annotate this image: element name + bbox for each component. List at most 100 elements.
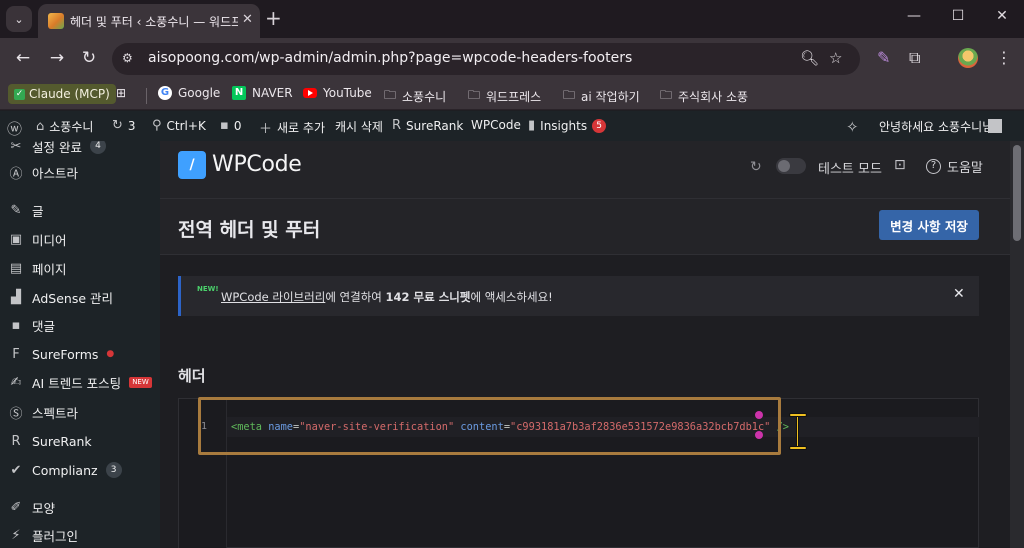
extensions-icon[interactable]: ⧉ bbox=[909, 48, 920, 68]
sidebar-item-label: 댓글 bbox=[32, 318, 56, 334]
sidebar-item-surerank[interactable]: R SureRank bbox=[0, 427, 160, 455]
admin-bar-search[interactable]: ⚲ Ctrl+K bbox=[152, 118, 206, 133]
sidebar-item-astra[interactable]: Ⓐ 아스트라 bbox=[0, 158, 160, 186]
youtube-icon bbox=[303, 88, 317, 98]
scrollbar-thumb[interactable] bbox=[1013, 145, 1021, 241]
admin-bar-add-new[interactable]: ＋ 새로 추가 bbox=[259, 118, 325, 137]
sidebar-item-comments[interactable]: ▪ 댓글 bbox=[0, 311, 160, 339]
admin-bar-clear-cache[interactable]: 캐시 삭제 bbox=[335, 118, 383, 135]
bookmark-folder-ai-work[interactable]: 🗀 ai 작업하기 bbox=[563, 86, 640, 107]
browser-tab[interactable]: 헤더 및 푸터 ‹ 소풍수니 — 워드프레스 ✕ bbox=[38, 4, 260, 38]
bookmark-folder-company[interactable]: 🗀 주식회사 소풍 bbox=[660, 86, 748, 107]
back-button[interactable]: ← bbox=[12, 48, 34, 68]
admin-bar-site[interactable]: ⌂ 소풍수니 bbox=[36, 118, 93, 135]
notice-text-end: 에 액세스하세요! bbox=[470, 290, 553, 304]
refresh-icon[interactable]: ↻ bbox=[750, 159, 762, 175]
bookmark-separator bbox=[146, 88, 147, 104]
tab-search-button[interactable]: ⌄ bbox=[6, 6, 32, 32]
media-icon: ▣ bbox=[9, 231, 23, 247]
sidebar-item-adsense[interactable]: ▟ AdSense 관리 bbox=[0, 283, 160, 311]
notice-close-icon[interactable]: ✕ bbox=[953, 286, 965, 302]
sidebar-item-appearance[interactable]: ✐ 모양 bbox=[0, 493, 160, 521]
admin-bar-insights[interactable]: ▮ Insights 5 bbox=[528, 118, 607, 133]
tab-close-icon[interactable]: ✕ bbox=[242, 12, 253, 27]
inbox-icon[interactable]: ⊡ bbox=[894, 157, 906, 173]
count-badge: 4 bbox=[89, 141, 106, 154]
wpcode-logo-icon: / bbox=[178, 151, 206, 179]
sidebar-item-posts[interactable]: ✎ 글 bbox=[0, 196, 160, 224]
sureforms-icon: F bbox=[12, 346, 20, 362]
bookmark-google[interactable]: G Google bbox=[158, 86, 220, 100]
sidebar-item-plugins[interactable]: ⚡ 플러그인 bbox=[0, 521, 160, 548]
plus-icon: ＋ bbox=[259, 122, 273, 137]
help-button[interactable]: ? 도움말 bbox=[926, 157, 983, 176]
test-mode-label: 테스트 모드 bbox=[818, 162, 882, 177]
selection-handle-top[interactable] bbox=[755, 411, 763, 419]
admin-bar-account[interactable]: 안녕하세요 소풍수니님 bbox=[879, 118, 993, 135]
page-title-bar: 전역 헤더 및 푸터 변경 사항 저장 bbox=[160, 199, 1010, 255]
sidebar-item-label: AdSense 관리 bbox=[32, 290, 113, 306]
search-icon: ⚲ bbox=[152, 118, 162, 133]
forward-button[interactable]: → bbox=[46, 48, 68, 68]
bookmark-label: NAVER bbox=[252, 86, 293, 100]
clear-cache-label: 캐시 삭제 bbox=[335, 120, 383, 134]
folder-icon: 🗀 bbox=[563, 88, 576, 102]
admin-bar-updates[interactable]: ↻ 3 bbox=[112, 118, 136, 133]
extension-feather-icon[interactable]: ✎ bbox=[877, 48, 890, 67]
save-changes-button[interactable]: 변경 사항 저장 bbox=[879, 210, 979, 240]
zoom-icon[interactable]: 🔍︎ bbox=[800, 49, 819, 67]
minimize-button[interactable]: — bbox=[904, 8, 924, 24]
bookmark-folder-sopoongsuni[interactable]: 🗀 소풍수니 bbox=[384, 86, 446, 107]
library-notice: NEW! WPCode 라이브러리에 연결하여 142 무료 스니펫에 액세스하… bbox=[178, 276, 979, 316]
admin-bar-wpcode[interactable]: WPCode bbox=[471, 118, 521, 132]
admin-sidebar: ✂ 설정 완료 4 Ⓐ 아스트라 ✎ 글 ▣ 미디어 ▤ 페이지 ▟ AdSen… bbox=[0, 141, 160, 548]
home-icon: ⌂ bbox=[36, 119, 45, 134]
apps-grid-icon[interactable]: ⊞ bbox=[116, 86, 126, 100]
address-bar[interactable]: ⚙ aisopoong.com/wp-admin/admin.php?page=… bbox=[112, 43, 860, 75]
sidebar-item-pages[interactable]: ▤ 페이지 bbox=[0, 254, 160, 282]
wordpress-logo-icon[interactable]: ⓦ bbox=[7, 118, 22, 139]
menu-icon[interactable]: ⋮ bbox=[996, 48, 1012, 67]
test-mode-toggle[interactable] bbox=[776, 158, 806, 174]
bookmark-naver[interactable]: N NAVER bbox=[232, 86, 293, 100]
sidebar-item-sureforms[interactable]: F SureForms ● bbox=[0, 340, 160, 368]
highlight-annotation bbox=[198, 397, 781, 455]
new-badge: NEW bbox=[129, 376, 152, 388]
bookmark-label: ai 작업하기 bbox=[581, 90, 640, 104]
check-icon: ✔ bbox=[10, 462, 22, 478]
bookmark-youtube[interactable]: YouTube bbox=[303, 86, 372, 100]
bookmark-claude[interactable]: ✓ Claude (MCP) bbox=[8, 84, 116, 104]
library-link[interactable]: WPCode 라이브러리 bbox=[221, 290, 325, 304]
selection-handle-bottom[interactable] bbox=[755, 431, 763, 439]
surerank-icon: R bbox=[392, 118, 402, 133]
setup-icon: ✂ bbox=[10, 141, 22, 154]
bookmark-folder-wordpress[interactable]: 🗀 워드프레스 bbox=[468, 86, 541, 107]
reload-button[interactable]: ↻ bbox=[78, 48, 100, 68]
surerank-icon: R bbox=[11, 433, 21, 449]
search-shortcut: Ctrl+K bbox=[166, 118, 206, 133]
notice-text: WPCode 라이브러리에 연결하여 142 무료 스니펫에 액세스하세요! bbox=[221, 289, 553, 305]
page-scrollbar[interactable] bbox=[1010, 141, 1024, 548]
text-cursor-icon bbox=[787, 413, 809, 451]
user-avatar[interactable] bbox=[988, 119, 1002, 133]
admin-bar-comments[interactable]: ▪ 0 bbox=[220, 118, 241, 133]
bookmark-star-icon[interactable]: ☆ bbox=[829, 49, 842, 67]
sidebar-item-spectra[interactable]: Ⓢ 스펙트라 bbox=[0, 398, 160, 426]
browser-toolbar: ← → ↻ ⚙ aisopoong.com/wp-admin/admin.php… bbox=[0, 38, 1024, 80]
new-tab-button[interactable]: + bbox=[265, 6, 282, 30]
maximize-button[interactable]: ☐ bbox=[948, 8, 968, 24]
sidebar-item-ai-trend[interactable]: ✍ AI 트렌드 포스팅 NEW bbox=[0, 368, 160, 396]
sidebar-item-complianz[interactable]: ✔ Complianz 3 bbox=[0, 456, 160, 484]
insights-label: Insights bbox=[540, 118, 588, 133]
help-label: 도움말 bbox=[947, 161, 983, 176]
admin-bar-surerank[interactable]: R SureRank bbox=[392, 118, 463, 133]
sidebar-item-media[interactable]: ▣ 미디어 bbox=[0, 225, 160, 253]
profile-avatar[interactable] bbox=[958, 48, 978, 68]
page-icon: ▤ bbox=[9, 260, 23, 276]
sparkle-icon[interactable]: ✧ bbox=[846, 118, 859, 136]
close-window-button[interactable]: ✕ bbox=[992, 8, 1012, 24]
notice-text-bold: 142 무료 스니펫 bbox=[385, 290, 471, 304]
url-text[interactable]: aisopoong.com/wp-admin/admin.php?page=wp… bbox=[148, 50, 632, 66]
site-info-icon[interactable]: ⚙ bbox=[122, 51, 133, 65]
folder-icon: 🗀 bbox=[384, 88, 397, 102]
